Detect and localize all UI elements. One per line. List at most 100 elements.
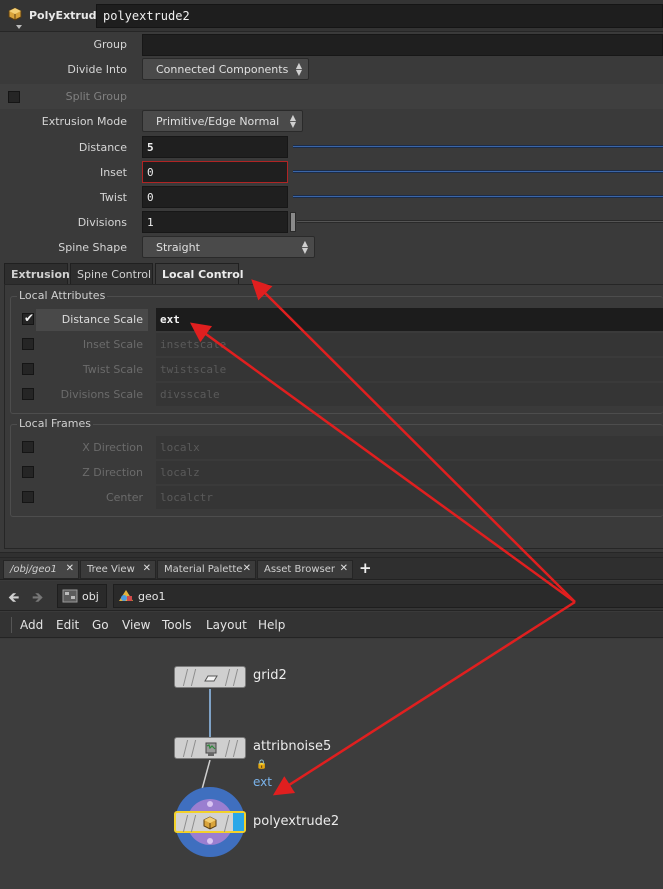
x-direction-input[interactable]: localx — [156, 436, 663, 459]
center-input[interactable]: localctr — [156, 486, 663, 509]
twist-slider[interactable] — [293, 195, 663, 198]
inset-scale-checkbox[interactable] — [22, 338, 34, 350]
split-group-checkbox[interactable] — [8, 91, 20, 103]
divide-into-label: Divide Into — [67, 63, 127, 76]
breadcrumb-obj[interactable]: obj — [57, 584, 107, 608]
parm-row-inset: Inset 0 — [0, 160, 663, 185]
twist-scale-label: Twist Scale — [82, 363, 143, 376]
distance-input[interactable]: 5 — [142, 136, 288, 158]
inset-label: Inset — [99, 166, 127, 179]
node-attribnoise5[interactable] — [174, 737, 246, 759]
menu-view[interactable]: View — [122, 618, 150, 632]
pane-tab-network-label: /obj/geo1 — [10, 564, 57, 575]
breadcrumb-obj-label: obj — [82, 590, 99, 603]
twist-input[interactable]: 0 — [142, 186, 288, 208]
distance-slider[interactable] — [293, 145, 663, 148]
node-menu-arrow-icon[interactable] — [16, 25, 22, 29]
output-connector-dot[interactable] — [207, 838, 213, 844]
parm-row-divide-into: Divide Into Connected Components ▲ ▼ — [0, 57, 663, 82]
divisions-slider[interactable] — [297, 220, 663, 223]
close-icon[interactable]: ✕ — [243, 563, 251, 574]
divisions-input[interactable]: 1 — [142, 211, 288, 233]
center-checkbox[interactable] — [22, 491, 34, 503]
breadcrumb-geo-label: geo1 — [138, 590, 166, 603]
z-direction-checkbox[interactable] — [22, 466, 34, 478]
menu-add[interactable]: Add — [20, 618, 43, 632]
extrusion-mode-label: Extrusion Mode — [41, 115, 127, 128]
menu-tools[interactable]: Tools — [162, 618, 192, 632]
z-direction-label: Z Direction — [82, 466, 143, 479]
twist-scale-checkbox[interactable] — [22, 363, 34, 375]
node-grid2[interactable] — [174, 666, 246, 688]
extrusion-mode-menu[interactable]: Primitive/Edge Normal ▲ ▼ — [142, 110, 303, 132]
inset-scale-input[interactable]: insetscale — [156, 333, 663, 356]
display-flag[interactable] — [233, 813, 244, 831]
geo-node-icon — [118, 589, 134, 603]
back-arrow-icon[interactable]: 🡸 — [8, 587, 19, 611]
updown-arrows-icon: ▲ ▼ — [295, 61, 302, 77]
divisions-label: Divisions — [77, 216, 127, 229]
parameter-header: PolyExtrude polyextrude2 — [0, 0, 663, 32]
menu-layout[interactable]: Layout — [206, 618, 247, 632]
pane-tab-network[interactable]: /obj/geo1 ✕ — [3, 560, 79, 579]
lock-icon: 🔒 — [256, 760, 268, 770]
polyextrude-node-icon[interactable] — [7, 6, 23, 29]
local-attr-row-divisions-scale: Divisions Scale divsscale — [0, 383, 663, 407]
local-attr-row-twist-scale: Twist Scale twistscale — [0, 358, 663, 382]
parm-row-twist: Twist 0 — [0, 185, 663, 210]
wire-grid-to-attribnoise[interactable] — [209, 689, 211, 737]
grid-icon — [203, 670, 219, 686]
menu-help[interactable]: Help — [258, 618, 285, 632]
center-label: Center — [105, 491, 143, 504]
node-attribnoise5-label: attribnoise5 — [253, 739, 332, 754]
node-polyextrude2[interactable] — [174, 811, 246, 833]
divisions-slider-handle[interactable] — [290, 212, 296, 232]
forward-arrow-icon[interactable]: 🡺 — [32, 587, 43, 611]
z-direction-input[interactable]: localz — [156, 461, 663, 484]
menu-edit[interactable]: Edit — [56, 618, 79, 632]
menubar-grip — [11, 617, 13, 633]
divide-into-menu[interactable]: Connected Components ▲ ▼ — [142, 58, 309, 80]
local-frame-row-x-direction: X Direction localx — [0, 436, 663, 460]
local-attr-row-inset-scale: Inset Scale insetscale — [0, 333, 663, 357]
pane-tab-asset-browser[interactable]: Asset Browser ✕ — [257, 560, 353, 579]
divisions-scale-checkbox[interactable] — [22, 388, 34, 400]
x-direction-label: X Direction — [82, 441, 143, 454]
distance-scale-label: Distance Scale — [61, 313, 143, 326]
close-icon[interactable]: ✕ — [143, 563, 151, 574]
twist-label: Twist — [100, 191, 127, 204]
input-connector-dot[interactable] — [207, 801, 213, 807]
extrusion-mode-value: Primitive/Edge Normal — [156, 115, 280, 128]
spine-shape-menu[interactable]: Straight ▲ ▼ — [142, 236, 315, 258]
distance-scale-input[interactable]: ext — [156, 308, 663, 331]
group-input[interactable] — [142, 34, 663, 56]
x-direction-checkbox[interactable] — [22, 441, 34, 453]
tab-extrusion[interactable]: Extrusion — [4, 263, 70, 285]
menu-go[interactable]: Go — [92, 618, 109, 632]
node-attribnoise5-badge: ext — [253, 775, 272, 789]
pane-tab-tree-view-label: Tree View — [87, 564, 135, 575]
pane-tab-tree-view[interactable]: Tree View ✕ — [80, 560, 156, 579]
pane-tab-bar: /obj/geo1 ✕ Tree View ✕ Material Palette… — [0, 558, 663, 580]
close-icon[interactable]: ✕ — [340, 563, 348, 574]
distance-label: Distance — [78, 141, 127, 154]
twist-scale-input[interactable]: twistscale — [156, 358, 663, 381]
add-pane-tab-icon[interactable]: + — [359, 559, 372, 577]
tab-local-control[interactable]: Local Control — [155, 263, 244, 285]
local-attributes-title: Local Attributes — [17, 289, 108, 302]
parm-row-group: Group — [0, 32, 663, 57]
local-frame-row-center: Center localctr — [0, 486, 663, 510]
obj-context-icon — [62, 589, 78, 603]
distance-scale-checkbox[interactable] — [22, 311, 34, 325]
pane-tab-material-palette[interactable]: Material Palette ✕ — [157, 560, 256, 579]
inset-input[interactable]: 0 — [142, 161, 288, 183]
group-label: Group — [93, 38, 128, 51]
spine-shape-label: Spine Shape — [58, 241, 127, 254]
node-name-input[interactable]: polyextrude2 — [96, 4, 663, 28]
tab-spine-control[interactable]: Spine Control — [70, 263, 153, 285]
close-icon[interactable]: ✕ — [66, 563, 74, 574]
breadcrumb-geo[interactable]: geo1 — [113, 584, 663, 608]
network-canvas[interactable] — [0, 639, 663, 889]
divisions-scale-input[interactable]: divsscale — [156, 383, 663, 406]
inset-slider[interactable] — [293, 170, 663, 173]
